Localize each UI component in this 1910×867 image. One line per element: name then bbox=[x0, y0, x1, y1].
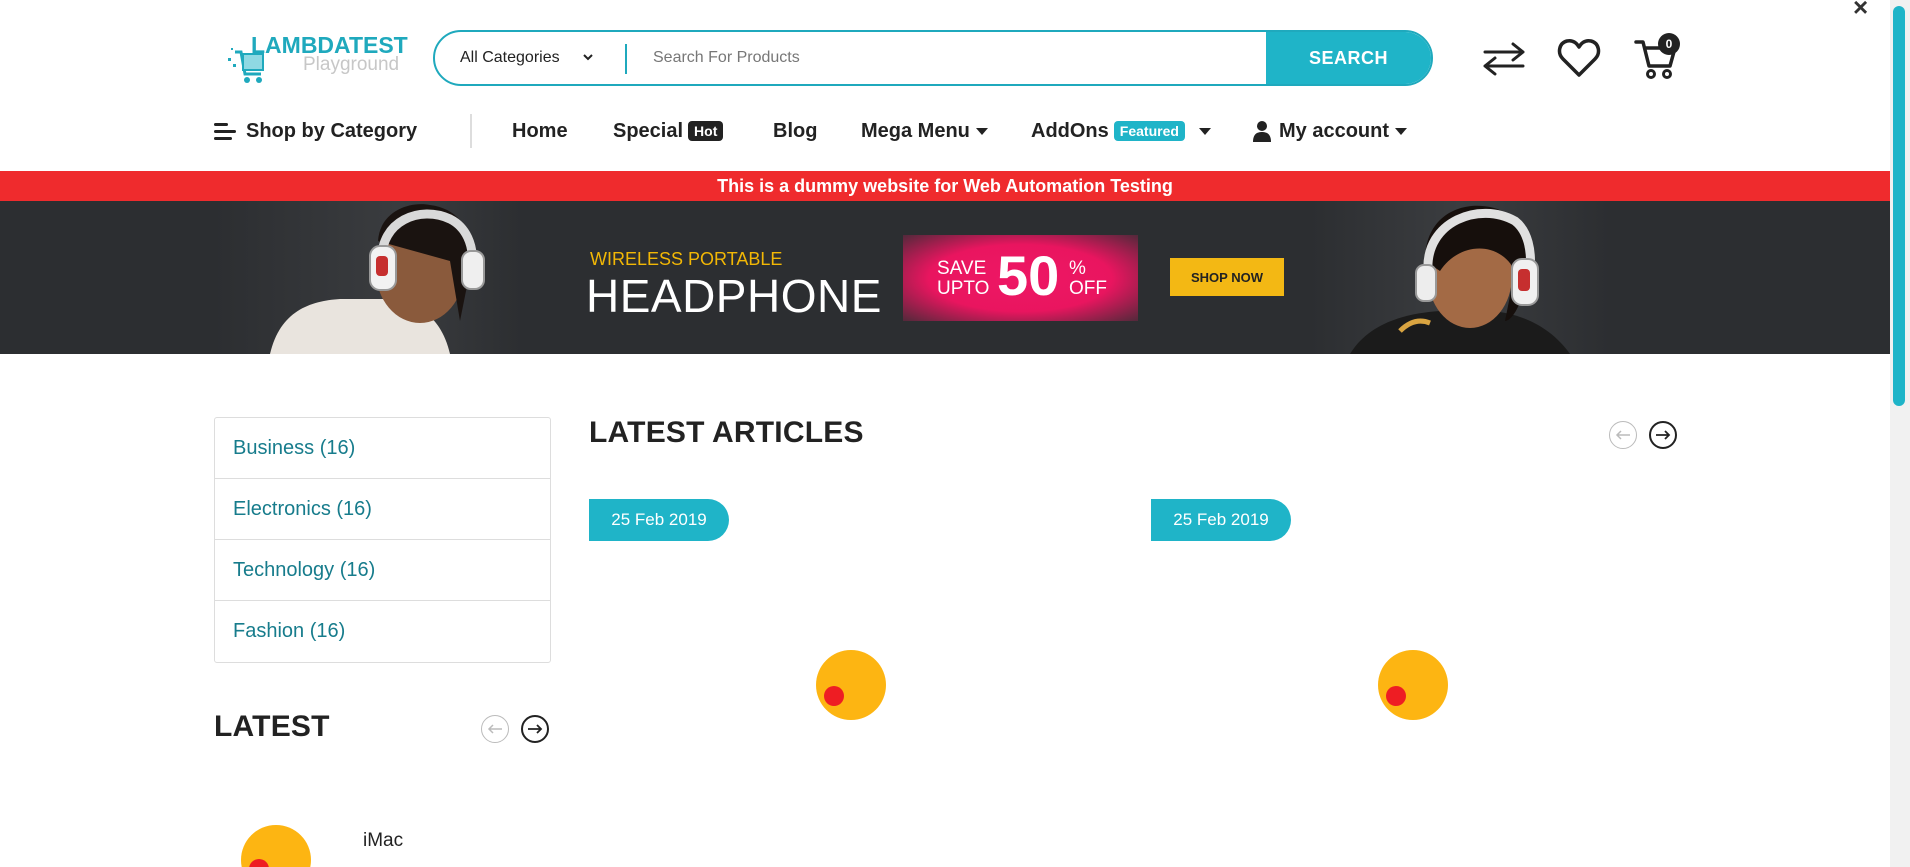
nav-divider bbox=[470, 114, 472, 148]
compare-arrows-icon bbox=[1483, 42, 1525, 76]
category-item-electronics[interactable]: Electronics (16) bbox=[215, 479, 550, 540]
category-select-label: All Categories bbox=[460, 49, 560, 66]
nav-home[interactable]: Home bbox=[512, 110, 568, 152]
nav-addons[interactable]: AddOns Featured bbox=[1031, 110, 1211, 152]
nav-special-label: Special bbox=[613, 119, 684, 142]
nav-blog[interactable]: Blog bbox=[773, 110, 817, 152]
save-label: SAVE bbox=[937, 258, 987, 279]
banner-model-left-image bbox=[270, 204, 485, 354]
menu-icon bbox=[214, 123, 236, 140]
site-logo[interactable]: LAMBDATEST Playground bbox=[227, 32, 408, 90]
latest-articles-title: LATEST ARTICLES bbox=[589, 416, 864, 449]
off-label: OFF bbox=[1069, 278, 1107, 299]
articles-next-button[interactable] bbox=[1649, 421, 1677, 449]
chevron-down-icon bbox=[583, 54, 593, 61]
loading-dot bbox=[824, 686, 844, 706]
search-bar: All Categories SEARCH bbox=[433, 30, 1433, 86]
articles-prev-button[interactable] bbox=[1609, 421, 1637, 449]
article-date-badge: 25 Feb 2019 bbox=[1151, 499, 1291, 541]
save-upto-text: SAVE UPTO bbox=[937, 259, 989, 299]
shop-now-button[interactable]: SHOP NOW bbox=[1170, 258, 1284, 296]
nav-addons-label: AddOns bbox=[1031, 119, 1109, 142]
site-header: LAMBDATEST Playground All Categories SEA… bbox=[0, 0, 1890, 170]
blog-category-list: Business (16) Electronics (16) Technolog… bbox=[214, 417, 551, 663]
latest-item-name[interactable]: iMac bbox=[363, 830, 403, 852]
upto-label: UPTO bbox=[937, 278, 990, 299]
notice-strip: This is a dummy website for Web Automati… bbox=[0, 171, 1890, 201]
caret-down-icon bbox=[1395, 127, 1408, 135]
nav-special[interactable]: Special Hot bbox=[613, 110, 724, 152]
banner-title: HEADPHONE bbox=[586, 270, 882, 322]
latest-next-button[interactable] bbox=[521, 715, 549, 743]
cart-count-badge: 0 bbox=[1658, 33, 1680, 55]
arrow-left-icon bbox=[1615, 430, 1630, 440]
heart-icon bbox=[1557, 39, 1601, 77]
category-item-business[interactable]: Business (16) bbox=[215, 418, 550, 479]
banner-model-right-image bbox=[1350, 205, 1570, 354]
latest-prev-button[interactable] bbox=[481, 715, 509, 743]
arrow-right-icon bbox=[528, 724, 543, 734]
shop-by-category-label: Shop by Category bbox=[246, 119, 418, 142]
category-select[interactable]: All Categories bbox=[435, 32, 625, 84]
caret-down-icon bbox=[1198, 127, 1211, 135]
arrow-right-icon bbox=[1656, 430, 1671, 440]
user-icon bbox=[1253, 121, 1271, 142]
category-item-fashion[interactable]: Fashion (16) bbox=[215, 601, 550, 662]
arrow-left-icon bbox=[487, 724, 502, 734]
nav-my-account[interactable]: My account bbox=[1253, 110, 1408, 152]
discount-percent: 50 bbox=[997, 244, 1060, 307]
loading-spinner bbox=[816, 650, 886, 720]
percent-off-text: % OFF bbox=[1069, 259, 1107, 299]
hot-badge: Hot bbox=[688, 121, 724, 141]
nav-home-label: Home bbox=[512, 119, 568, 142]
promo-banner[interactable]: WIRELESS PORTABLE HEADPHONE SAVE UPTO 50… bbox=[0, 201, 1890, 354]
loading-spinner bbox=[1378, 650, 1448, 720]
close-icon[interactable]: × bbox=[1853, 0, 1868, 23]
compare-button[interactable] bbox=[1480, 34, 1528, 82]
loading-dot bbox=[1386, 686, 1406, 706]
loading-dot bbox=[249, 859, 269, 867]
nav-blog-label: Blog bbox=[773, 119, 818, 142]
article-date-badge: 25 Feb 2019 bbox=[589, 499, 729, 541]
nav-my-account-label: My account bbox=[1279, 119, 1390, 142]
nav-mega-menu-label: Mega Menu bbox=[861, 119, 970, 142]
search-input[interactable] bbox=[635, 32, 1165, 84]
search-divider bbox=[625, 44, 627, 74]
wishlist-button[interactable] bbox=[1555, 34, 1603, 82]
scrollbar-thumb[interactable] bbox=[1893, 6, 1905, 406]
nav-mega-menu[interactable]: Mega Menu bbox=[861, 110, 988, 152]
main-nav: Shop by Category Home Special Hot Blog M… bbox=[0, 110, 1890, 152]
brand-sub: Playground bbox=[303, 54, 400, 75]
latest-title: LATEST bbox=[214, 710, 330, 743]
search-button[interactable]: SEARCH bbox=[1266, 32, 1431, 84]
loading-spinner bbox=[241, 825, 311, 867]
category-item-technology[interactable]: Technology (16) bbox=[215, 540, 550, 601]
caret-down-icon bbox=[975, 127, 988, 135]
sale-badge: SAVE UPTO 50 % OFF bbox=[903, 235, 1138, 321]
featured-badge: Featured bbox=[1113, 121, 1185, 141]
shop-by-category[interactable]: Shop by Category bbox=[214, 110, 417, 152]
percent-sign: % bbox=[1069, 258, 1086, 279]
banner-kicker: WIRELESS PORTABLE bbox=[590, 249, 783, 269]
